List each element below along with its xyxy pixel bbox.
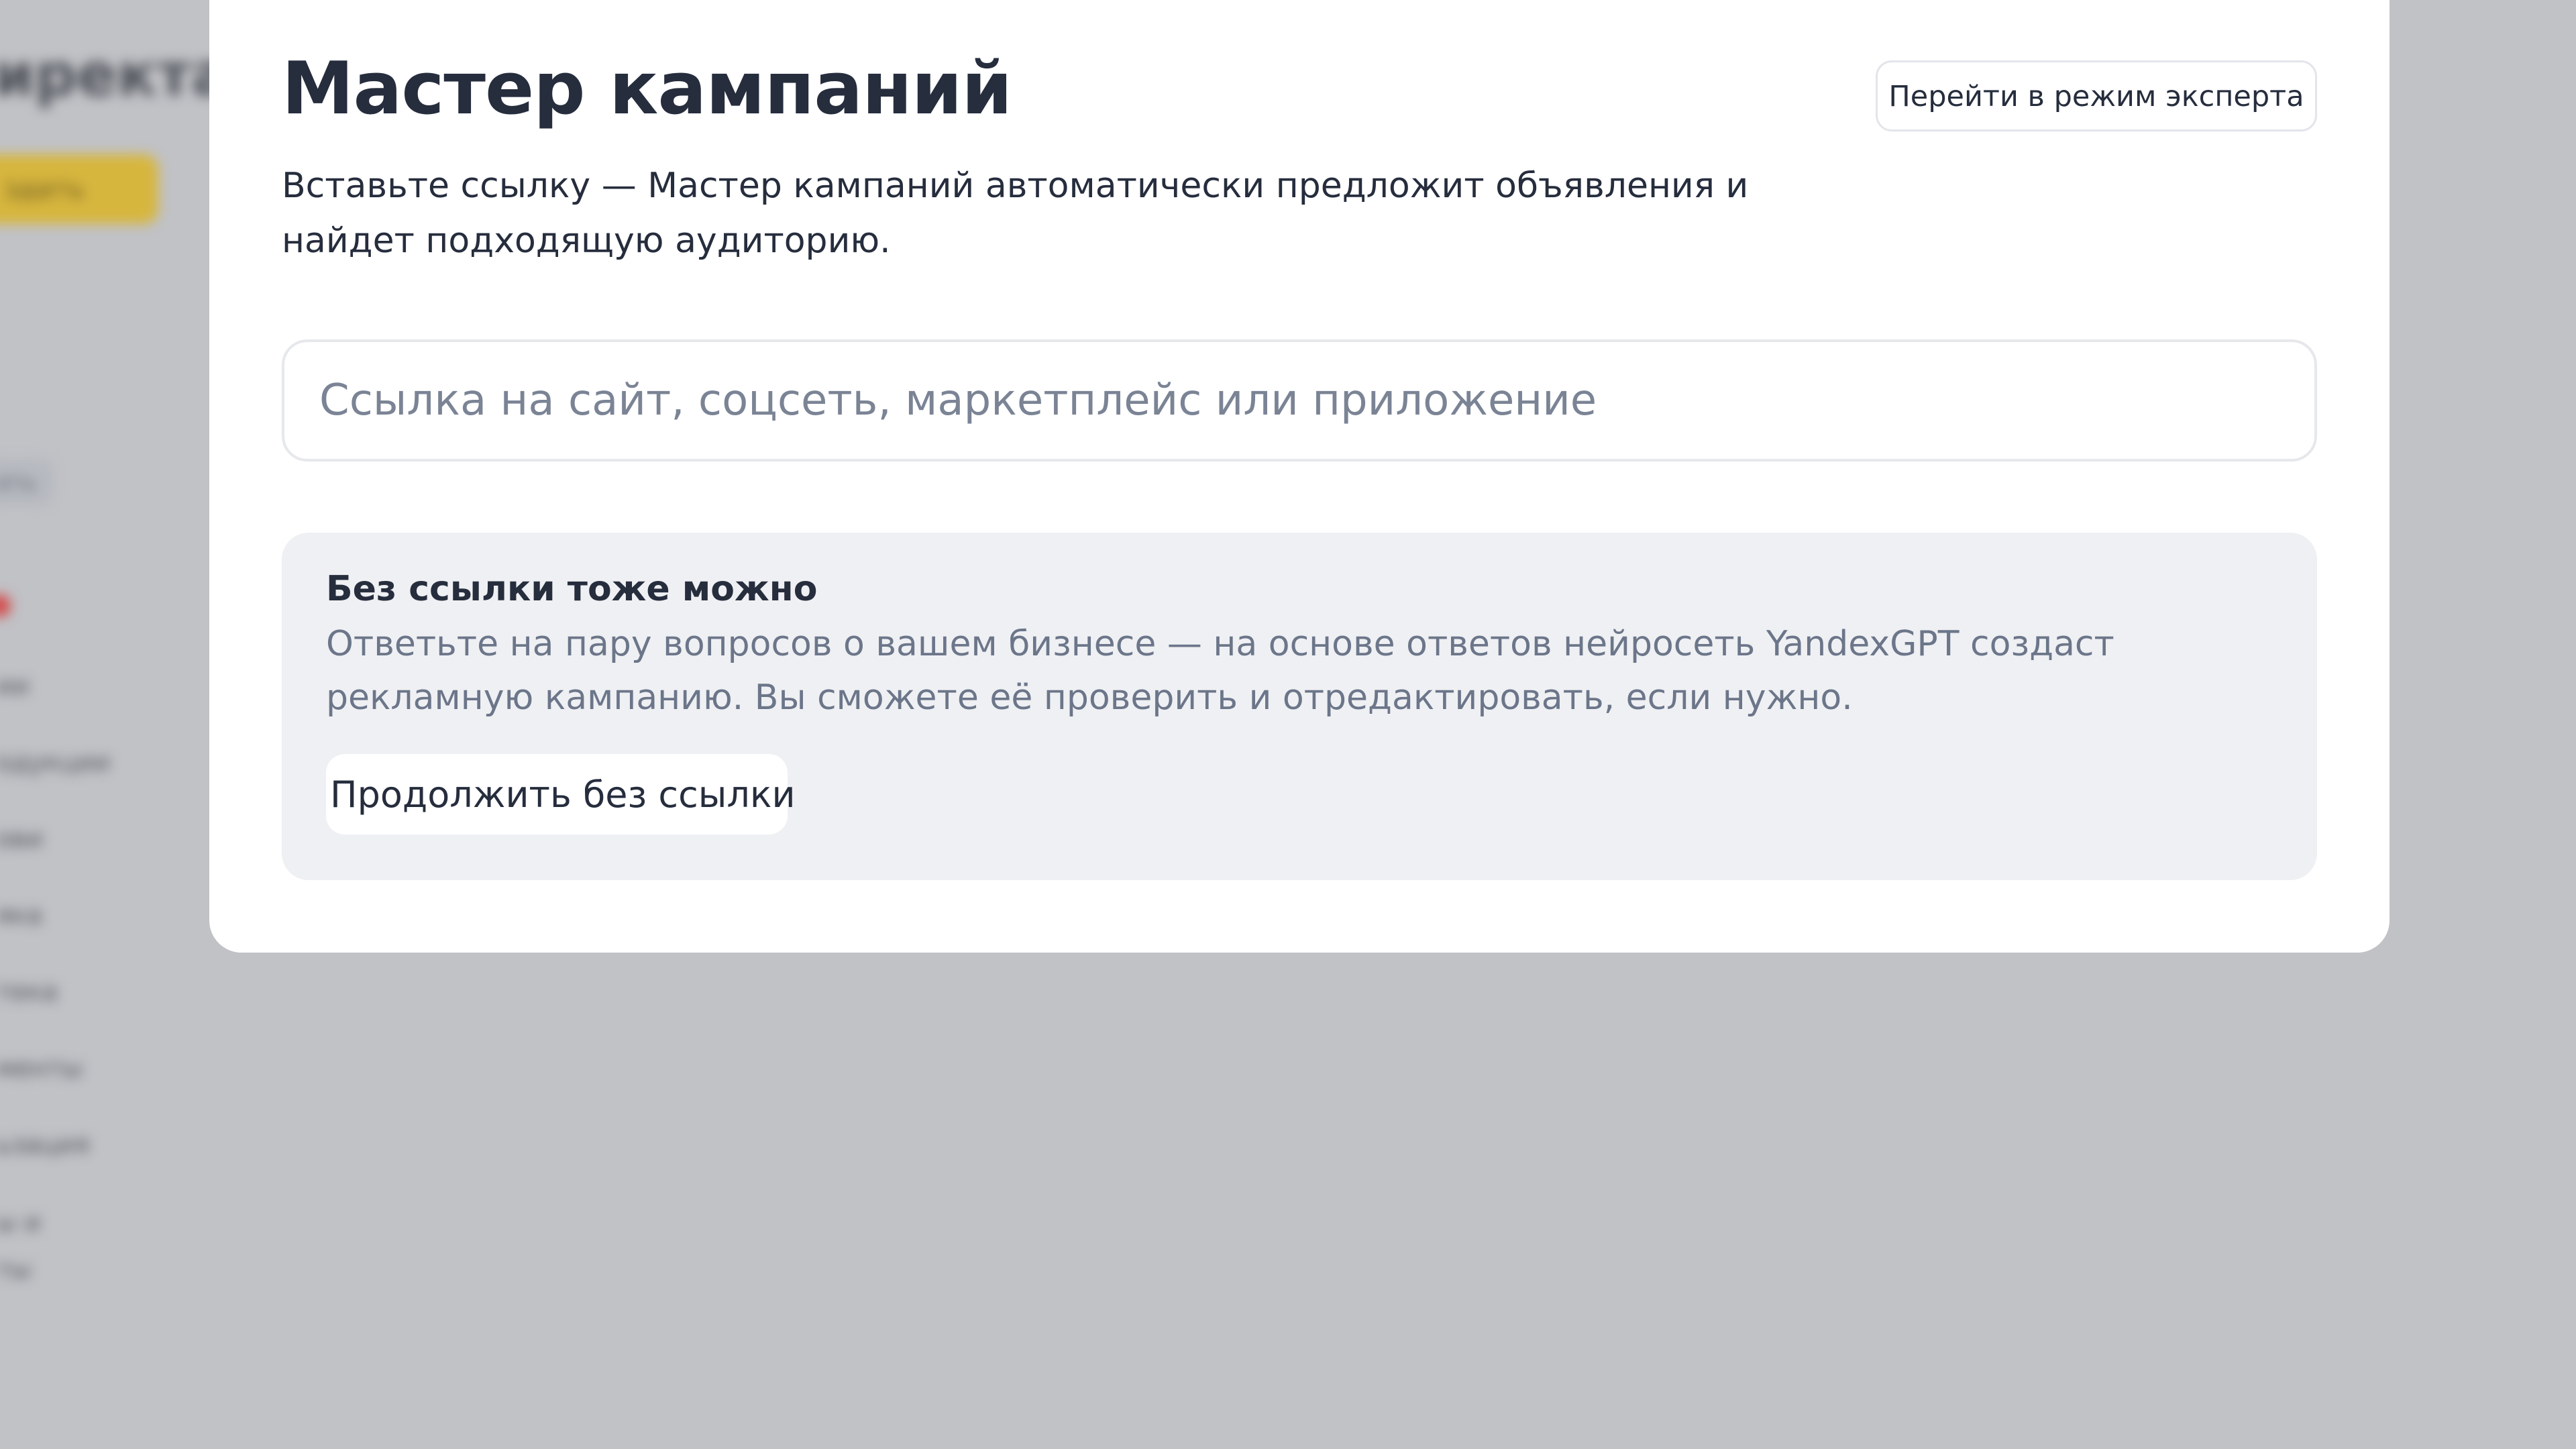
- background-notification-dot: [0, 594, 11, 617]
- no-link-description: Ответьте на пару вопросов о вашем бизнес…: [326, 624, 2114, 718]
- background-nav-item: ьзация: [0, 1130, 90, 1159]
- no-link-title: Без ссылки тоже можно: [326, 569, 818, 609]
- background-nav-item: тека: [0, 977, 58, 1006]
- background-nav-item: ты: [0, 1254, 32, 1284]
- link-input[interactable]: [282, 339, 2317, 462]
- background-nav-item: ови: [0, 824, 44, 853]
- expert-mode-button[interactable]: Перейти в режим эксперта: [1876, 60, 2317, 131]
- campaign-wizard-modal: Мастер кампаний Перейти в режим эксперта…: [209, 0, 2390, 953]
- background-brand-logo: иректа: [0, 40, 231, 109]
- background-create-button: здать: [0, 154, 158, 224]
- no-link-card: Без ссылки тоже можно Ответьте на пару в…: [282, 533, 2317, 880]
- modal-title: Мастер кампаний: [282, 47, 1012, 131]
- background-nav-item: одукции: [0, 747, 111, 777]
- background-nav-item: менты: [0, 1053, 83, 1083]
- background-nav-item: ы и: [0, 1208, 41, 1237]
- modal-description: Вставьте ссылку — Мастер кампаний автома…: [282, 166, 1749, 261]
- background-nav-item: яка: [0, 900, 43, 930]
- continue-without-link-button[interactable]: Продолжить без ссылки: [326, 754, 796, 835]
- background-nav-item: ии: [0, 671, 30, 700]
- background-chip: ать: [0, 459, 54, 506]
